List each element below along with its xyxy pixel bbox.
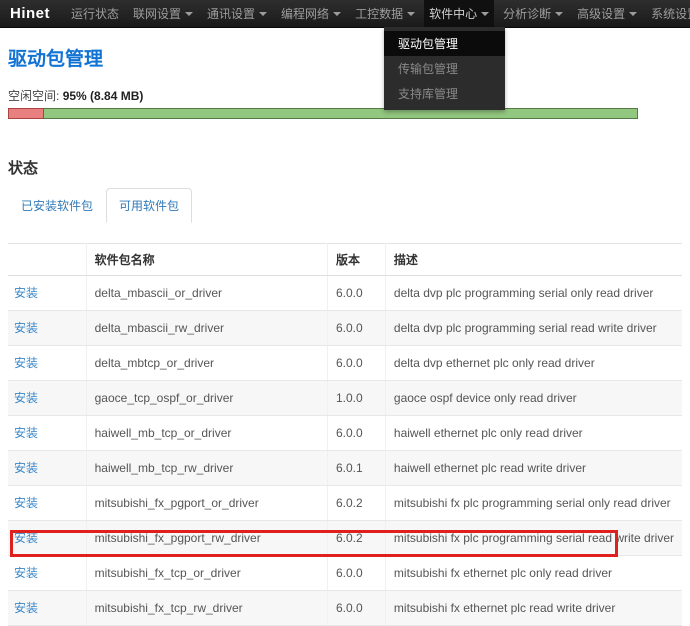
package-description: haiwell ethernet plc only read driver: [385, 416, 682, 451]
tab-available-packages[interactable]: 可用软件包: [106, 188, 192, 223]
caret-down-icon: [259, 12, 267, 16]
table-row: 安装 mitsubishi_fx_pgport_or_driver6.0.2mit…: [8, 486, 682, 521]
package-version: 6.0.0: [327, 346, 385, 381]
package-name: mitsubishi_fx_pgport_or_driver: [86, 486, 327, 521]
caret-down-icon: [407, 12, 415, 16]
nav-item-label: 系统设置: [651, 5, 690, 22]
install-link[interactable]: 安装: [14, 461, 38, 475]
install-link[interactable]: 安装: [14, 566, 38, 580]
dropdown-item-driver-package-management[interactable]: 驱动包管理: [384, 31, 505, 56]
nav-item-system-settings[interactable]: 系统设置: [646, 0, 690, 28]
nav-item-label: 联网设置: [133, 5, 181, 22]
table-row: 安装 haiwell_mb_tcp_or_driver6.0.0haiwell e…: [8, 416, 682, 451]
nav-menu: 运行状态联网设置通讯设置编程网络工控数据软件中心分析诊断高级设置系统设置退出: [64, 0, 690, 28]
caret-down-icon: [185, 12, 193, 16]
free-space-progressbar: [8, 108, 638, 119]
free-space-value: 95% (8.84 MB): [63, 89, 144, 103]
nav-item-label: 高级设置: [577, 5, 625, 22]
dropdown-item-transfer-package-management[interactable]: 传输包管理: [384, 56, 505, 81]
table-row: 安装 gaoce_tcp_ospf_or_driver1.0.0gaoce osp…: [8, 381, 682, 416]
main-content: 驱动包管理 空闲空间: 95% (8.84 MB) 状态 已安装软件包可用软件包…: [0, 44, 690, 626]
header-version: 版本: [327, 244, 385, 276]
install-link[interactable]: 安装: [14, 321, 38, 335]
tab-installed-packages[interactable]: 已安装软件包: [8, 188, 106, 223]
package-description: delta dvp plc programming serial only re…: [385, 276, 682, 311]
package-table: 软件包名称 版本 描述 安装delta_mbascii_or_driver6.0…: [8, 243, 682, 626]
package-name: haiwell_mb_tcp_or_driver: [86, 416, 327, 451]
nav-item-network-settings[interactable]: 联网设置: [128, 0, 198, 28]
install-link[interactable]: 安装: [14, 426, 38, 440]
nav-item-comm-settings[interactable]: 通讯设置: [202, 0, 272, 28]
nav-item-analysis-diagnosis[interactable]: 分析诊断: [498, 0, 568, 28]
header-action: [8, 244, 86, 276]
package-description: mitsubishi fx plc programming serial onl…: [385, 486, 682, 521]
nav-item-advanced-settings[interactable]: 高级设置: [572, 0, 642, 28]
install-link[interactable]: 安装: [14, 286, 38, 300]
package-version: 1.0.0: [327, 381, 385, 416]
page-title: 驱动包管理: [8, 44, 682, 71]
caret-down-icon: [555, 12, 563, 16]
progressbar-free-segment: [44, 108, 638, 119]
table-row: 安装 delta_mbtcp_or_driver6.0.0delta dvp et…: [8, 346, 682, 381]
nav-item-software-center[interactable]: 软件中心: [424, 0, 494, 28]
package-description: mitsubishi fx ethernet plc read write dr…: [385, 591, 682, 626]
table-row: 安装 delta_mbascii_or_driver6.0.0delta dvp …: [8, 276, 682, 311]
nav-item-label: 工控数据: [355, 5, 403, 22]
package-name: haiwell_mb_tcp_rw_driver: [86, 451, 327, 486]
table-row: 安装 mitsubishi_fx_tcp_rw_driver6.0.0mitsub…: [8, 591, 682, 626]
progressbar-used-segment: [8, 108, 44, 119]
caret-down-icon: [629, 12, 637, 16]
free-space-line: 空闲空间: 95% (8.84 MB): [8, 87, 682, 104]
nav-item-programming-network[interactable]: 编程网络: [276, 0, 346, 28]
header-package-name: 软件包名称: [86, 244, 327, 276]
package-name: delta_mbascii_or_driver: [86, 276, 327, 311]
package-name: mitsubishi_fx_tcp_rw_driver: [86, 591, 327, 626]
package-name: delta_mbascii_rw_driver: [86, 311, 327, 346]
nav-item-label: 运行状态: [71, 5, 119, 22]
table-row: 安装 delta_mbascii_rw_driver6.0.0delta dvp …: [8, 311, 682, 346]
nav-item-run-status[interactable]: 运行状态: [66, 0, 124, 28]
install-link[interactable]: 安装: [14, 531, 38, 545]
package-name: gaoce_tcp_ospf_or_driver: [86, 381, 327, 416]
nav-item-industrial-data[interactable]: 工控数据: [350, 0, 420, 28]
caret-down-icon: [481, 12, 489, 16]
install-link[interactable]: 安装: [14, 391, 38, 405]
package-version: 6.0.1: [327, 451, 385, 486]
table-row: 安装 haiwell_mb_tcp_rw_driver6.0.1haiwell e…: [8, 451, 682, 486]
package-description: gaoce ospf device only read driver: [385, 381, 682, 416]
software-center-dropdown: 驱动包管理传输包管理支持库管理: [384, 27, 505, 110]
nav-item-label: 编程网络: [281, 5, 329, 22]
top-navbar: Hinet 运行状态联网设置 通讯设置 编程网络 工控数据 软件中心 分析诊断 高级设置 系统…: [0, 0, 690, 28]
package-name: delta_mbtcp_or_driver: [86, 346, 327, 381]
package-description: haiwell ethernet plc read write driver: [385, 451, 682, 486]
brand-logo[interactable]: Hinet: [0, 5, 64, 22]
dropdown-item-support-library-management[interactable]: 支持库管理: [384, 81, 505, 106]
nav-item-label: 通讯设置: [207, 5, 255, 22]
install-link[interactable]: 安装: [14, 601, 38, 615]
install-link[interactable]: 安装: [14, 496, 38, 510]
nav-item-label: 软件中心: [429, 5, 477, 22]
package-name: mitsubishi_fx_pgport_rw_driver: [86, 521, 327, 556]
package-description: mitsubishi fx plc programming serial rea…: [385, 521, 682, 556]
package-version: 6.0.0: [327, 311, 385, 346]
package-version: 6.0.0: [327, 416, 385, 451]
package-version: 6.0.0: [327, 591, 385, 626]
status-heading: 状态: [8, 157, 682, 178]
caret-down-icon: [333, 12, 341, 16]
package-version: 6.0.2: [327, 521, 385, 556]
package-version: 6.0.2: [327, 486, 385, 521]
table-row: 安装 mitsubishi_fx_pgport_rw_driver6.0.2mit…: [8, 521, 682, 556]
tab-bar: 已安装软件包可用软件包: [8, 188, 682, 223]
install-link[interactable]: 安装: [14, 356, 38, 370]
header-description: 描述: [385, 244, 682, 276]
table-header-row: 软件包名称 版本 描述: [8, 244, 682, 276]
package-description: delta dvp plc programming serial read wr…: [385, 311, 682, 346]
nav-item-label: 分析诊断: [503, 5, 551, 22]
package-description: delta dvp ethernet plc only read driver: [385, 346, 682, 381]
package-version: 6.0.0: [327, 276, 385, 311]
free-space-label: 空闲空间:: [8, 89, 59, 103]
